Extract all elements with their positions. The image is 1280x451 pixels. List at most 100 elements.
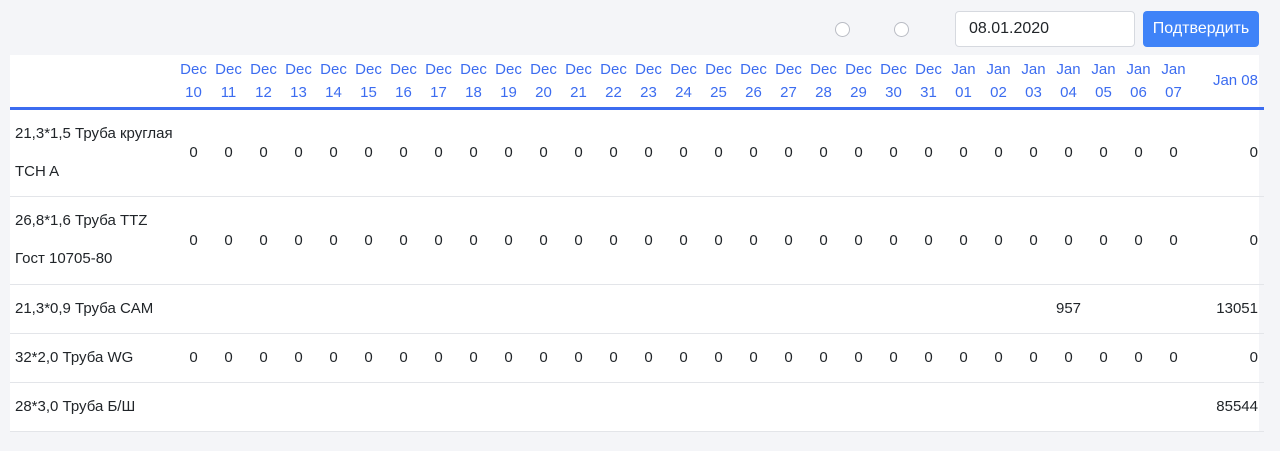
table-cell: 0	[736, 333, 771, 383]
table-cell: 0	[841, 333, 876, 383]
table-cell	[526, 284, 561, 334]
table-cell	[701, 284, 736, 334]
table-cell	[351, 382, 386, 432]
date-column-header: Dec 15	[351, 55, 386, 110]
table-cell: 0	[386, 196, 421, 285]
table-cell	[386, 284, 421, 334]
table-cell: 0	[666, 196, 701, 285]
column-month: Dec	[495, 60, 522, 78]
table-cell: 0	[561, 196, 596, 285]
radio-option-1[interactable]	[835, 22, 850, 37]
radio-option-2[interactable]	[894, 22, 909, 37]
column-day: 01	[955, 83, 972, 101]
table-cell: 85544	[1191, 382, 1264, 432]
table-cell	[946, 382, 981, 432]
table-cell: 0	[981, 196, 1016, 285]
table-row: 26,8*1,6 Труба TTZ Гост 10705-80 0 0 0 0 0 0 0 0 0…	[10, 196, 1264, 285]
table-cell	[1086, 284, 1121, 334]
table-cell	[701, 382, 736, 432]
date-column-header: Dec 21	[561, 55, 596, 110]
table-cell	[876, 382, 911, 432]
table-cell	[771, 284, 806, 334]
table-cell	[841, 284, 876, 334]
column-day: 18	[465, 83, 482, 101]
table-cell: 0	[1121, 333, 1156, 383]
date-input[interactable]	[955, 11, 1135, 47]
column-day: 19	[500, 83, 517, 101]
table-cell: 0	[456, 333, 491, 383]
table-cell	[1156, 284, 1191, 334]
column-month: Dec	[705, 60, 732, 78]
date-column-header: Dec 27	[771, 55, 806, 110]
table-cell	[1156, 382, 1191, 432]
column-month: Dec	[180, 60, 207, 78]
column-month: Jan	[1126, 60, 1151, 78]
table-cell	[491, 382, 526, 432]
table-cell: 0	[631, 333, 666, 383]
table-cell	[666, 382, 701, 432]
column-month: Dec	[425, 60, 452, 78]
column-day: 31	[920, 83, 937, 101]
column-month: Dec	[740, 60, 767, 78]
table-cell	[211, 284, 246, 334]
table-cell: 0	[701, 108, 736, 197]
table-cell: 0	[491, 333, 526, 383]
confirm-button[interactable]: Подтвердить	[1143, 11, 1259, 47]
table-cell: 0	[841, 108, 876, 197]
table-cell: 0	[561, 333, 596, 383]
column-day: 27	[780, 83, 797, 101]
date-column-header: Dec 14	[316, 55, 351, 110]
table-cell: 0	[911, 196, 946, 285]
header-label-column	[10, 55, 176, 110]
table-cell: 0	[876, 196, 911, 285]
column-day: 25	[710, 83, 727, 101]
table-cell: 0	[1121, 108, 1156, 197]
date-column-header: Dec 18	[456, 55, 491, 110]
table-cell: 0	[701, 333, 736, 383]
table-cell	[421, 284, 456, 334]
table-cell	[771, 382, 806, 432]
column-day: 21	[570, 83, 587, 101]
table-cell: 0	[456, 108, 491, 197]
table-row: 28*3,0 Труба Б/Ш 85544	[10, 382, 1264, 432]
column-day: 05	[1095, 83, 1112, 101]
row-label: 26,8*1,6 Труба TTZ Гост 10705-80	[10, 196, 176, 285]
table-cell: 0	[246, 196, 281, 285]
table-cell: 0	[351, 196, 386, 285]
table-cell	[1016, 284, 1051, 334]
date-column-header: Jan 06	[1121, 55, 1156, 110]
table-cell	[421, 382, 456, 432]
column-day: 24	[675, 83, 692, 101]
column-month: Dec	[775, 60, 802, 78]
table-cell: 0	[1016, 196, 1051, 285]
table-cell: 0	[806, 333, 841, 383]
table-cell: 0	[1051, 333, 1086, 383]
table-cell: 0	[211, 333, 246, 383]
table-cell: 0	[246, 333, 281, 383]
date-column-header: Jan 07	[1156, 55, 1191, 110]
column-day: 02	[990, 83, 1007, 101]
table-cell: 0	[1191, 108, 1264, 197]
table-cell: 0	[386, 333, 421, 383]
table-cell: 0	[211, 108, 246, 197]
table-cell	[631, 284, 666, 334]
table-cell	[246, 382, 281, 432]
table-cell: 0	[351, 333, 386, 383]
table-cell: 0	[631, 196, 666, 285]
table-cell: 0	[946, 108, 981, 197]
date-column-header: Jan 04	[1051, 55, 1086, 110]
table-cell	[631, 382, 666, 432]
table-cell: 0	[526, 108, 561, 197]
date-column-header: Dec 29	[841, 55, 876, 110]
table-cell: 0	[736, 196, 771, 285]
table-cell: 0	[456, 196, 491, 285]
table-cell: 0	[981, 333, 1016, 383]
table-cell: 0	[666, 108, 701, 197]
column-month: Jan	[1091, 60, 1116, 78]
column-month: Jan	[986, 60, 1011, 78]
table-cell	[561, 284, 596, 334]
table-cell: 0	[176, 333, 211, 383]
table-cell: 0	[1156, 196, 1191, 285]
table-row: 21,3*0,9 Труба CAM 957 13051	[10, 284, 1264, 334]
column-day: 10	[185, 83, 202, 101]
